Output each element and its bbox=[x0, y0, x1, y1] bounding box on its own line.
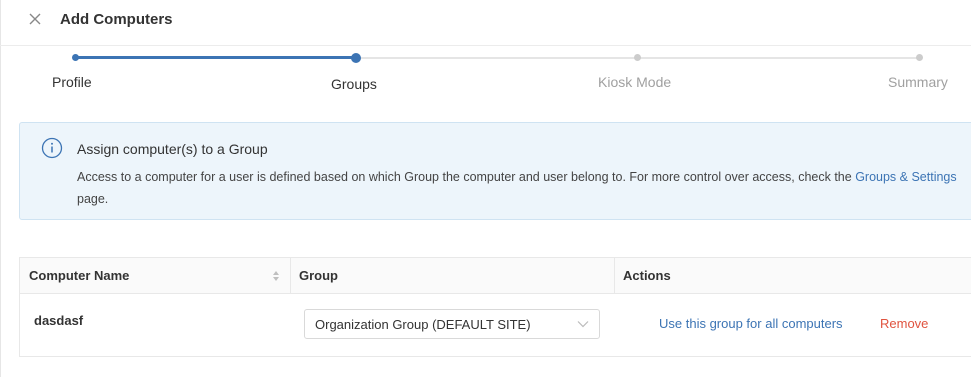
info-banner: Assign computer(s) to a Group Access to … bbox=[19, 122, 971, 220]
remove-button[interactable]: Remove bbox=[880, 316, 928, 331]
column-divider bbox=[614, 258, 615, 294]
table-row: dasdasf Organization Group (DEFAULT SITE… bbox=[20, 294, 971, 357]
close-icon bbox=[29, 13, 41, 25]
info-title: Assign computer(s) to a Group bbox=[77, 141, 268, 157]
groups-settings-link[interactable]: Groups & Settings bbox=[855, 170, 956, 184]
computer-name-cell: dasdasf bbox=[34, 313, 84, 328]
column-header-actions: Actions bbox=[623, 268, 671, 283]
table-header: Computer Name Group Actions bbox=[20, 258, 971, 294]
step-label-groups[interactable]: Groups bbox=[331, 76, 377, 92]
group-select-value: Organization Group (DEFAULT SITE) bbox=[315, 317, 531, 332]
step-dot-kiosk-mode bbox=[634, 54, 641, 61]
stepper-progress-fill bbox=[75, 56, 356, 59]
info-icon bbox=[41, 137, 63, 159]
column-header-computer-name[interactable]: Computer Name bbox=[29, 258, 129, 294]
close-button[interactable] bbox=[25, 9, 45, 29]
use-group-for-all-button[interactable]: Use this group for all computers bbox=[659, 316, 843, 331]
column-divider bbox=[290, 258, 291, 294]
column-header-group: Group bbox=[299, 268, 338, 283]
step-label-summary: Summary bbox=[888, 74, 948, 90]
info-body-suffix: page. bbox=[77, 192, 109, 206]
progress-stepper: Profile Groups Kiosk Mode Summary bbox=[0, 46, 971, 106]
sort-icon[interactable] bbox=[272, 270, 280, 282]
chevron-down-icon bbox=[577, 321, 589, 328]
group-select[interactable]: Organization Group (DEFAULT SITE) bbox=[304, 309, 600, 339]
step-label-profile[interactable]: Profile bbox=[52, 74, 92, 90]
step-dot-groups bbox=[351, 53, 361, 63]
dialog-title: Add Computers bbox=[60, 11, 173, 28]
step-dot-summary bbox=[916, 54, 923, 61]
step-dot-profile bbox=[72, 54, 79, 61]
info-body-text: Access to a computer for a user is defin… bbox=[77, 170, 856, 184]
step-label-kiosk-mode: Kiosk Mode bbox=[598, 74, 672, 90]
computers-table: Computer Name Group Actions dasdasf Orga… bbox=[19, 257, 971, 357]
info-body: Access to a computer for a user is defin… bbox=[77, 166, 971, 210]
dialog-header: Add Computers bbox=[0, 0, 971, 46]
